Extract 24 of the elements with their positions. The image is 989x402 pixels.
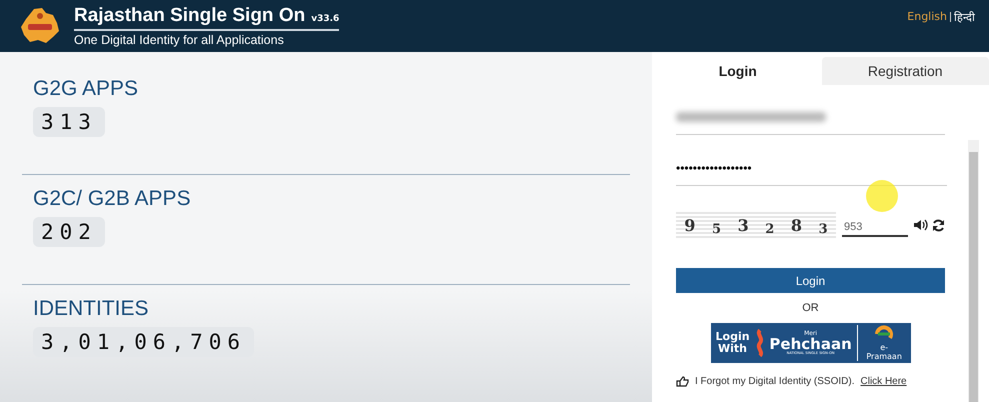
cursor-highlight: [866, 180, 898, 212]
forgot-identity-text: I Forgot my Digital Identity (SSOID).: [695, 376, 854, 387]
login-button[interactable]: Login: [676, 268, 945, 293]
version-label: v33.6: [311, 14, 340, 24]
rajasthan-map-logo: [20, 7, 60, 45]
ribbon-icon: [754, 329, 764, 357]
captcha-image: 9 5 3 2 8 3: [676, 210, 836, 240]
stat-label: G2C/ G2B APPS: [33, 187, 192, 212]
site-subtitle: One Digital Identity for all Applications: [74, 33, 285, 47]
stat-label: IDENTITIES: [33, 297, 150, 322]
click-here-link[interactable]: Click Here: [860, 376, 907, 387]
language-link[interactable]: English: [907, 10, 947, 23]
language-link[interactable]: हिन्दी: [954, 9, 975, 24]
stat-counter: 313: [33, 107, 105, 137]
or-divider-text: OR: [801, 302, 820, 314]
site-title: Rajasthan Single Sign On: [74, 5, 306, 27]
stat-label: G2G APPS: [33, 77, 140, 101]
tab[interactable]: Registration: [822, 57, 989, 85]
refresh-icon[interactable]: [932, 218, 945, 232]
captcha-field[interactable]: 953: [842, 213, 908, 237]
stat-counter: 202: [33, 217, 105, 248]
thumbs-up-icon: [676, 376, 689, 387]
scrollbar[interactable]: [968, 140, 979, 402]
speaker-icon[interactable]: [914, 219, 928, 231]
